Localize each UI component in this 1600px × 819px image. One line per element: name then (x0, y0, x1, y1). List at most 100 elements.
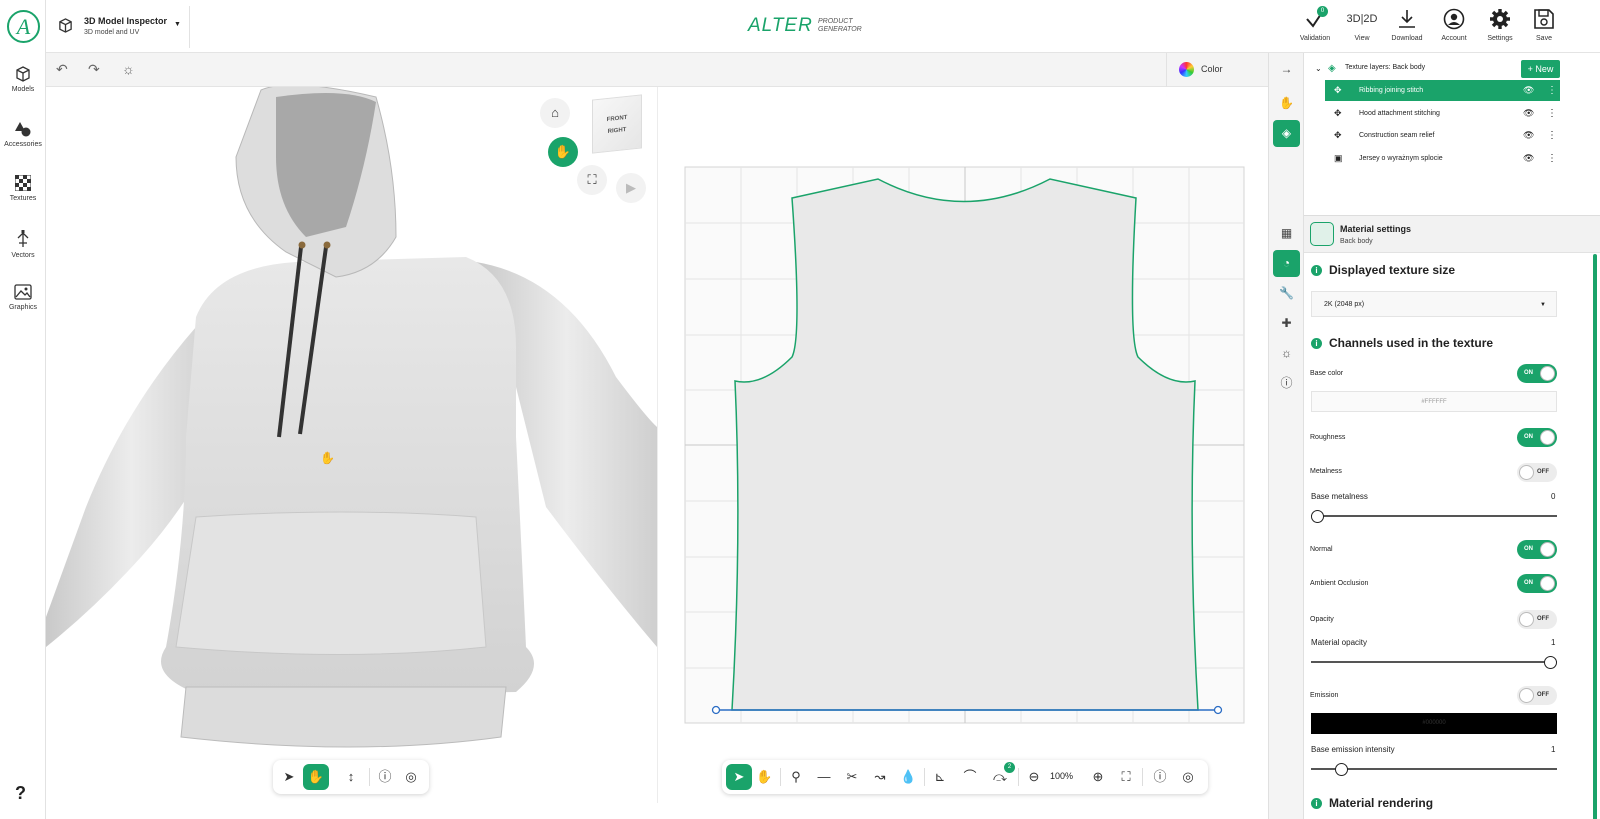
ambient-occlusion-toggle[interactable]: ON (1517, 574, 1557, 593)
sidebar-item-graphics[interactable]: Graphics (0, 284, 46, 311)
eye-icon[interactable]: 👁 (1523, 103, 1534, 124)
account-label: Account (1441, 35, 1467, 42)
save-button[interactable]: Save (1522, 8, 1566, 42)
layer-item[interactable]: ✥ Construction seam relief 👁 ⋮ (1325, 125, 1560, 146)
vector-icon (17, 230, 29, 247)
viewer-toolbar: ↶ ↷ ☼ Color ▼ (46, 53, 1304, 87)
pan-hand-icon[interactable]: ✋ (303, 764, 329, 790)
fit-view-icon[interactable]: ⛶ (1118, 769, 1134, 785)
texture-hand-icon[interactable]: ✋ (1273, 90, 1300, 117)
select-pointer-icon[interactable]: ➤ (281, 769, 297, 785)
slider-thumb[interactable] (1311, 510, 1324, 523)
checker-icon[interactable]: ▦ (1273, 220, 1300, 247)
viewer-2d[interactable]: ➤ ✋ ⚲ — ✂ ↝ 💧 ⊾ ⌒ ⤼ 2 ⊖ 100% ⊕ ⛶ ⓘ ◎ (657, 87, 1268, 803)
line-icon[interactable]: — (816, 769, 832, 785)
arrow-right-icon[interactable]: → (1273, 56, 1300, 83)
base-color-toggle[interactable]: ON (1517, 364, 1557, 383)
roughness-toggle[interactable]: ON (1517, 428, 1557, 447)
pan-hand-icon[interactable]: ✋ (548, 137, 578, 167)
eye-icon[interactable]: 👁 (1523, 80, 1534, 101)
wrench-icon[interactable]: 🔧 (1273, 280, 1300, 307)
info-icon[interactable]: ⓘ (1273, 370, 1300, 397)
play-icon[interactable]: ▶ (616, 173, 646, 203)
info-icon[interactable]: ⓘ (377, 769, 393, 785)
sun-icon[interactable]: ☼ (122, 61, 135, 77)
panel-scrollbar[interactable] (1593, 254, 1597, 819)
drop-icon[interactable]: 💧 (900, 769, 916, 785)
texture-layers-panel: ⌄ ◈ Texture layers: Back body + New ✥ Ri… (1304, 53, 1600, 216)
sidebar-item-textures[interactable]: Textures (0, 175, 46, 202)
undo-icon[interactable]: ↶ (56, 61, 68, 78)
zoom-in-icon[interactable]: ⊕ (1090, 769, 1106, 785)
metalness-toggle[interactable]: OFF (1517, 463, 1557, 482)
move-vertical-icon[interactable]: ↕ (343, 769, 359, 785)
info-icon: i (1311, 338, 1322, 349)
focus-icon[interactable]: ⛶ (577, 165, 607, 195)
home-icon[interactable]: ⌂ (540, 98, 570, 128)
sidebar-item-accessories[interactable]: Accessories (0, 121, 46, 148)
curve-icon[interactable]: ↝ (872, 769, 888, 785)
slider-thumb[interactable] (1544, 656, 1557, 669)
material-icon[interactable]: ◔ (1273, 250, 1300, 277)
vector-icon: ✥ (1334, 85, 1342, 95)
light-icon[interactable]: ☼ (1273, 340, 1300, 367)
view-toggle-button[interactable]: 3D|2D View (1340, 8, 1384, 42)
new-layer-button[interactable]: + New (1521, 60, 1560, 78)
redo-icon[interactable]: ↷ (88, 61, 100, 78)
chevron-down-icon[interactable]: ⌄ (1315, 64, 1322, 73)
emission-intensity-label: Base emission intensity (1311, 745, 1395, 754)
opacity-toggle[interactable]: OFF (1517, 610, 1557, 629)
eye-icon[interactable]: 👁 (1523, 125, 1534, 146)
plugin-icon[interactable]: ✚ (1273, 310, 1300, 337)
base-metalness-label: Base metalness (1311, 492, 1368, 501)
settings-circle-icon[interactable]: ◎ (403, 769, 419, 785)
cube-icon (16, 66, 30, 82)
app-logo[interactable]: A (7, 10, 40, 43)
layers-icon[interactable]: ◈ (1273, 120, 1300, 147)
chevron-down-icon[interactable]: ▼ (174, 21, 181, 28)
cube-icon (59, 18, 72, 33)
help-button[interactable]: ? (15, 783, 26, 804)
measure-icon[interactable]: ⊾ (932, 769, 948, 785)
more-icon[interactable]: ⋮ (1547, 148, 1557, 169)
more-icon[interactable]: ⋮ (1547, 80, 1557, 101)
viewer-3d[interactable]: ⌂ FRONT RIGHT ✋ ⛶ ▶ ✋ ➤ ✋ ↕ ⓘ ◎ (46, 87, 657, 803)
view-cube[interactable]: FRONT RIGHT (592, 94, 642, 154)
select-pointer-icon[interactable]: ➤ (726, 764, 752, 790)
account-button[interactable]: Account (1432, 8, 1476, 42)
vector-pen-icon[interactable]: ⚲ (788, 769, 804, 785)
info-icon: i (1311, 798, 1322, 809)
download-button[interactable]: Download (1385, 8, 1429, 42)
pan-hand-icon[interactable]: ✋ (756, 769, 772, 785)
top-bar: 3D Model Inspector 3D model and UV ▼ ALT… (46, 0, 1600, 53)
texture-size-select[interactable]: 2K (2048 px) ▼ (1311, 291, 1557, 317)
vector-icon: ✥ (1334, 130, 1342, 140)
seam-icon[interactable]: ⌒ (962, 769, 978, 785)
layer-label: Hood attachment stitching (1359, 110, 1440, 117)
emission-intensity-slider[interactable] (1311, 763, 1557, 776)
emission-color-field[interactable]: #000000 (1311, 713, 1557, 734)
sidebar-item-models[interactable]: Models (0, 66, 46, 93)
normal-toggle[interactable]: ON (1517, 540, 1557, 559)
inspector-title[interactable]: 3D Model Inspector (84, 16, 167, 26)
layer-item[interactable]: ✥ Hood attachment stitching 👁 ⋮ (1325, 103, 1560, 124)
layer-item[interactable]: ✥ Ribbing joining stitch 👁 ⋮ (1325, 80, 1560, 101)
validation-button[interactable]: 0 Validation (1293, 6, 1337, 42)
base-metalness-slider[interactable] (1311, 510, 1557, 523)
sidebar-item-vectors[interactable]: Vectors (0, 230, 46, 259)
validation-label: Validation (1299, 35, 1331, 42)
settings-button[interactable]: Settings (1478, 8, 1522, 42)
more-icon[interactable]: ⋮ (1547, 125, 1557, 146)
layer-item[interactable]: ▣ Jersey o wyrażnym splocie 👁 ⋮ (1325, 148, 1560, 169)
zoom-out-icon[interactable]: ⊖ (1026, 769, 1042, 785)
settings-circle-icon[interactable]: ◎ (1180, 769, 1196, 785)
base-color-field[interactable]: #FFFFFF (1311, 391, 1557, 412)
material-opacity-slider[interactable] (1311, 656, 1557, 669)
slider-thumb[interactable] (1335, 763, 1348, 776)
scissors-icon[interactable]: ✂ (844, 769, 860, 785)
save-label: Save (1536, 35, 1552, 42)
info-icon[interactable]: ⓘ (1152, 769, 1168, 785)
eye-icon[interactable]: 👁 (1523, 148, 1534, 169)
more-icon[interactable]: ⋮ (1547, 103, 1557, 124)
emission-toggle[interactable]: OFF (1517, 686, 1557, 705)
